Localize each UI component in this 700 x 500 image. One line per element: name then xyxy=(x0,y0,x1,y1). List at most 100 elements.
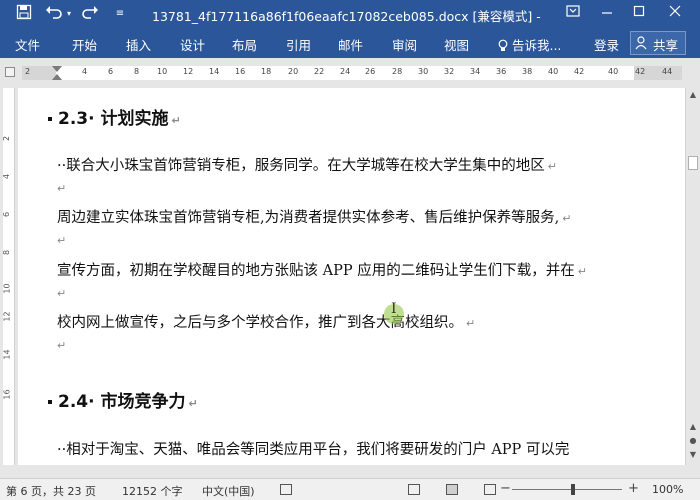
tab-review[interactable]: 审阅 xyxy=(392,35,417,54)
vruler-number: 10 xyxy=(2,283,12,294)
lightbulb-icon xyxy=(498,39,508,51)
line-text: 周边建立实体珠宝首饰营销专柜,为消费者提供实体参考、售后维护保养等服务, xyxy=(57,210,560,226)
paragraph-mark: ↵ xyxy=(57,182,67,195)
ruler-number: 14 xyxy=(209,67,220,76)
line-text: 宣传方面，初期在学校醒目的地方张贴该 APP 应用的二维码让学生们下载，并在 xyxy=(57,263,575,279)
ribbon-tabs: 文件 开始 插入 设计 布局 引用 邮件 审阅 视图 告诉我... 登录 共享 xyxy=(0,28,700,58)
language-indicator[interactable]: 中文(中国) xyxy=(202,483,255,499)
close-icon[interactable] xyxy=(658,0,692,28)
tab-design[interactable]: 设计 xyxy=(180,35,205,54)
select-browse-object-icon[interactable]: ● xyxy=(686,434,700,448)
ruler-number: 40 xyxy=(548,67,559,76)
scroll-thumb[interactable] xyxy=(688,156,698,170)
ruler-number: 24 xyxy=(340,67,351,76)
ruler-number: 38 xyxy=(522,67,533,76)
paragraph-mark: ↵ xyxy=(57,339,67,352)
maximize-icon[interactable] xyxy=(622,0,656,28)
paragraph-line: 宣传方面，初期在学校醒目的地方张贴该 APP 应用的二维码让学生们下载，并在 ↵ xyxy=(57,259,587,280)
word-count[interactable]: 12152 个字 xyxy=(122,483,183,499)
window-title: 13781_4f177116a86f1f06eaafc17082ceb085.d… xyxy=(152,9,541,24)
heading-text: 2.4· 市场竞争力 xyxy=(58,392,186,412)
section-heading-2-4: 2.4· 市场竞争力 ↵ xyxy=(48,387,198,412)
vertical-scrollbar[interactable]: ▲ ▲ ● ▼ xyxy=(685,88,700,465)
tab-mailings[interactable]: 邮件 xyxy=(338,35,363,54)
line-text: ··联合大小珠宝首饰营销专柜，服务同学。在大学城等在校大学生集中的地区 xyxy=(57,158,545,174)
tab-view[interactable]: 视图 xyxy=(444,35,469,54)
customize-icon[interactable]: ≡ xyxy=(110,4,130,24)
ruler-number: 6 xyxy=(108,67,114,76)
page-count[interactable]: 第 6 页，共 23 页 xyxy=(6,483,96,499)
save-icon[interactable] xyxy=(14,4,34,24)
login-link[interactable]: 登录 xyxy=(594,35,619,54)
ruler-number: 10 xyxy=(157,67,168,76)
heading-text: 2.3· 计划实施 xyxy=(58,109,169,129)
minimize-icon[interactable] xyxy=(590,0,624,28)
zoom-slider-thumb[interactable] xyxy=(571,484,575,495)
ruler-number: 42 xyxy=(635,67,646,76)
ribbon-display-icon[interactable] xyxy=(556,0,590,28)
read-mode-icon[interactable] xyxy=(408,484,420,495)
horizontal-ruler[interactable]: 2 4 6 8 10 12 14 16 18 20 22 24 26 28 30… xyxy=(22,66,682,80)
web-layout-icon[interactable] xyxy=(484,484,496,495)
document-page[interactable]: 2.3· 计划实施 ↵ ··联合大小珠宝首饰营销专柜，服务同学。在大学城等在校大学… xyxy=(18,88,685,465)
vertical-ruler-strip xyxy=(3,88,15,465)
scroll-up-icon[interactable]: ▲ xyxy=(686,88,700,102)
ruler-number: 2 xyxy=(25,67,31,76)
paragraph-line: 周边建立实体珠宝首饰营销专柜,为消费者提供实体参考、售后维护保养等服务, ↵ xyxy=(57,206,571,227)
document-area[interactable]: 2.3· 计划实施 ↵ ··联合大小珠宝首饰营销专柜，服务同学。在大学城等在校大学… xyxy=(18,88,685,465)
tab-layout[interactable]: 布局 xyxy=(232,35,257,54)
zoom-slider-track[interactable] xyxy=(512,489,622,490)
ruler-number: 8 xyxy=(134,67,140,76)
ruler-number: 16 xyxy=(235,67,246,76)
ruler-number: 40 xyxy=(608,67,619,76)
redo-icon[interactable] xyxy=(80,4,100,24)
paragraph-mark: ↵ xyxy=(547,160,557,173)
tab-file[interactable]: 文件 xyxy=(15,35,40,54)
paragraph-mark: ↵ xyxy=(466,317,476,330)
status-bar: 第 6 页，共 23 页 12152 个字 中文(中国) − + 100% xyxy=(0,478,700,500)
paragraph-mark: ↵ xyxy=(57,287,67,300)
hanging-indent-marker[interactable] xyxy=(52,74,62,80)
ruler-number: 26 xyxy=(365,67,376,76)
tab-selector[interactable] xyxy=(5,67,15,77)
zoom-in-button[interactable]: + xyxy=(628,481,639,496)
tell-me-box[interactable]: 告诉我... xyxy=(498,35,561,54)
proofing-icon[interactable] xyxy=(280,484,292,495)
heading-bullet xyxy=(48,400,52,404)
tab-references[interactable]: 引用 xyxy=(286,35,311,54)
tab-home[interactable]: 开始 xyxy=(72,35,97,54)
undo-dropdown-icon[interactable]: ▾ xyxy=(64,4,74,24)
heading-bullet xyxy=(48,117,52,121)
ruler-area: 2 4 6 8 10 12 14 16 18 20 22 24 26 28 30… xyxy=(0,58,700,88)
ruler-number: 42 xyxy=(574,67,585,76)
ruler-number: 4 xyxy=(82,67,88,76)
line-text: ··相对于淘宝、天猫、唯品会等同类应用平台，我们将要研发的门户 APP 可以完 xyxy=(57,442,570,458)
share-button[interactable]: 共享 xyxy=(630,31,686,55)
tab-insert[interactable]: 插入 xyxy=(126,35,151,54)
first-line-indent-marker[interactable] xyxy=(52,66,62,72)
share-label: 共享 xyxy=(653,38,679,53)
ruler-number: 22 xyxy=(314,67,325,76)
tell-me-label: 告诉我... xyxy=(511,38,562,53)
paragraph-line: ··相对于淘宝、天猫、唯品会等同类应用平台，我们将要研发的门户 APP 可以完 xyxy=(57,438,569,459)
bottom-margin-strip xyxy=(0,465,700,478)
zoom-level[interactable]: 100% xyxy=(652,483,683,496)
person-icon xyxy=(635,36,647,50)
ruler-number: 34 xyxy=(470,67,481,76)
ruler-number: 20 xyxy=(288,67,299,76)
ruler-number: 44 xyxy=(662,67,673,76)
print-layout-icon[interactable] xyxy=(446,484,458,495)
vruler-number: 2 xyxy=(2,135,12,142)
paragraph-mark: ↵ xyxy=(57,234,67,247)
paragraph-line: ··联合大小珠宝首饰营销专柜，服务同学。在大学城等在校大学生集中的地区 ↵ xyxy=(57,154,557,175)
zoom-out-button[interactable]: − xyxy=(500,481,511,496)
ruler-number: 36 xyxy=(496,67,507,76)
undo-icon[interactable] xyxy=(44,4,64,24)
word-window: ▾ ≡ 13781_4f177116a86f1f06eaafc17082ceb0… xyxy=(0,0,700,500)
paragraph-mark: ↵ xyxy=(577,265,587,278)
vertical-ruler[interactable]: 2 4 6 8 10 12 14 16 xyxy=(0,88,18,465)
scroll-down-icon[interactable]: ▼ xyxy=(686,448,700,462)
scroll-up-icon[interactable]: ▲ xyxy=(686,420,700,434)
section-heading-2-3: 2.3· 计划实施 ↵ xyxy=(48,104,181,129)
vruler-number: 16 xyxy=(2,389,12,400)
